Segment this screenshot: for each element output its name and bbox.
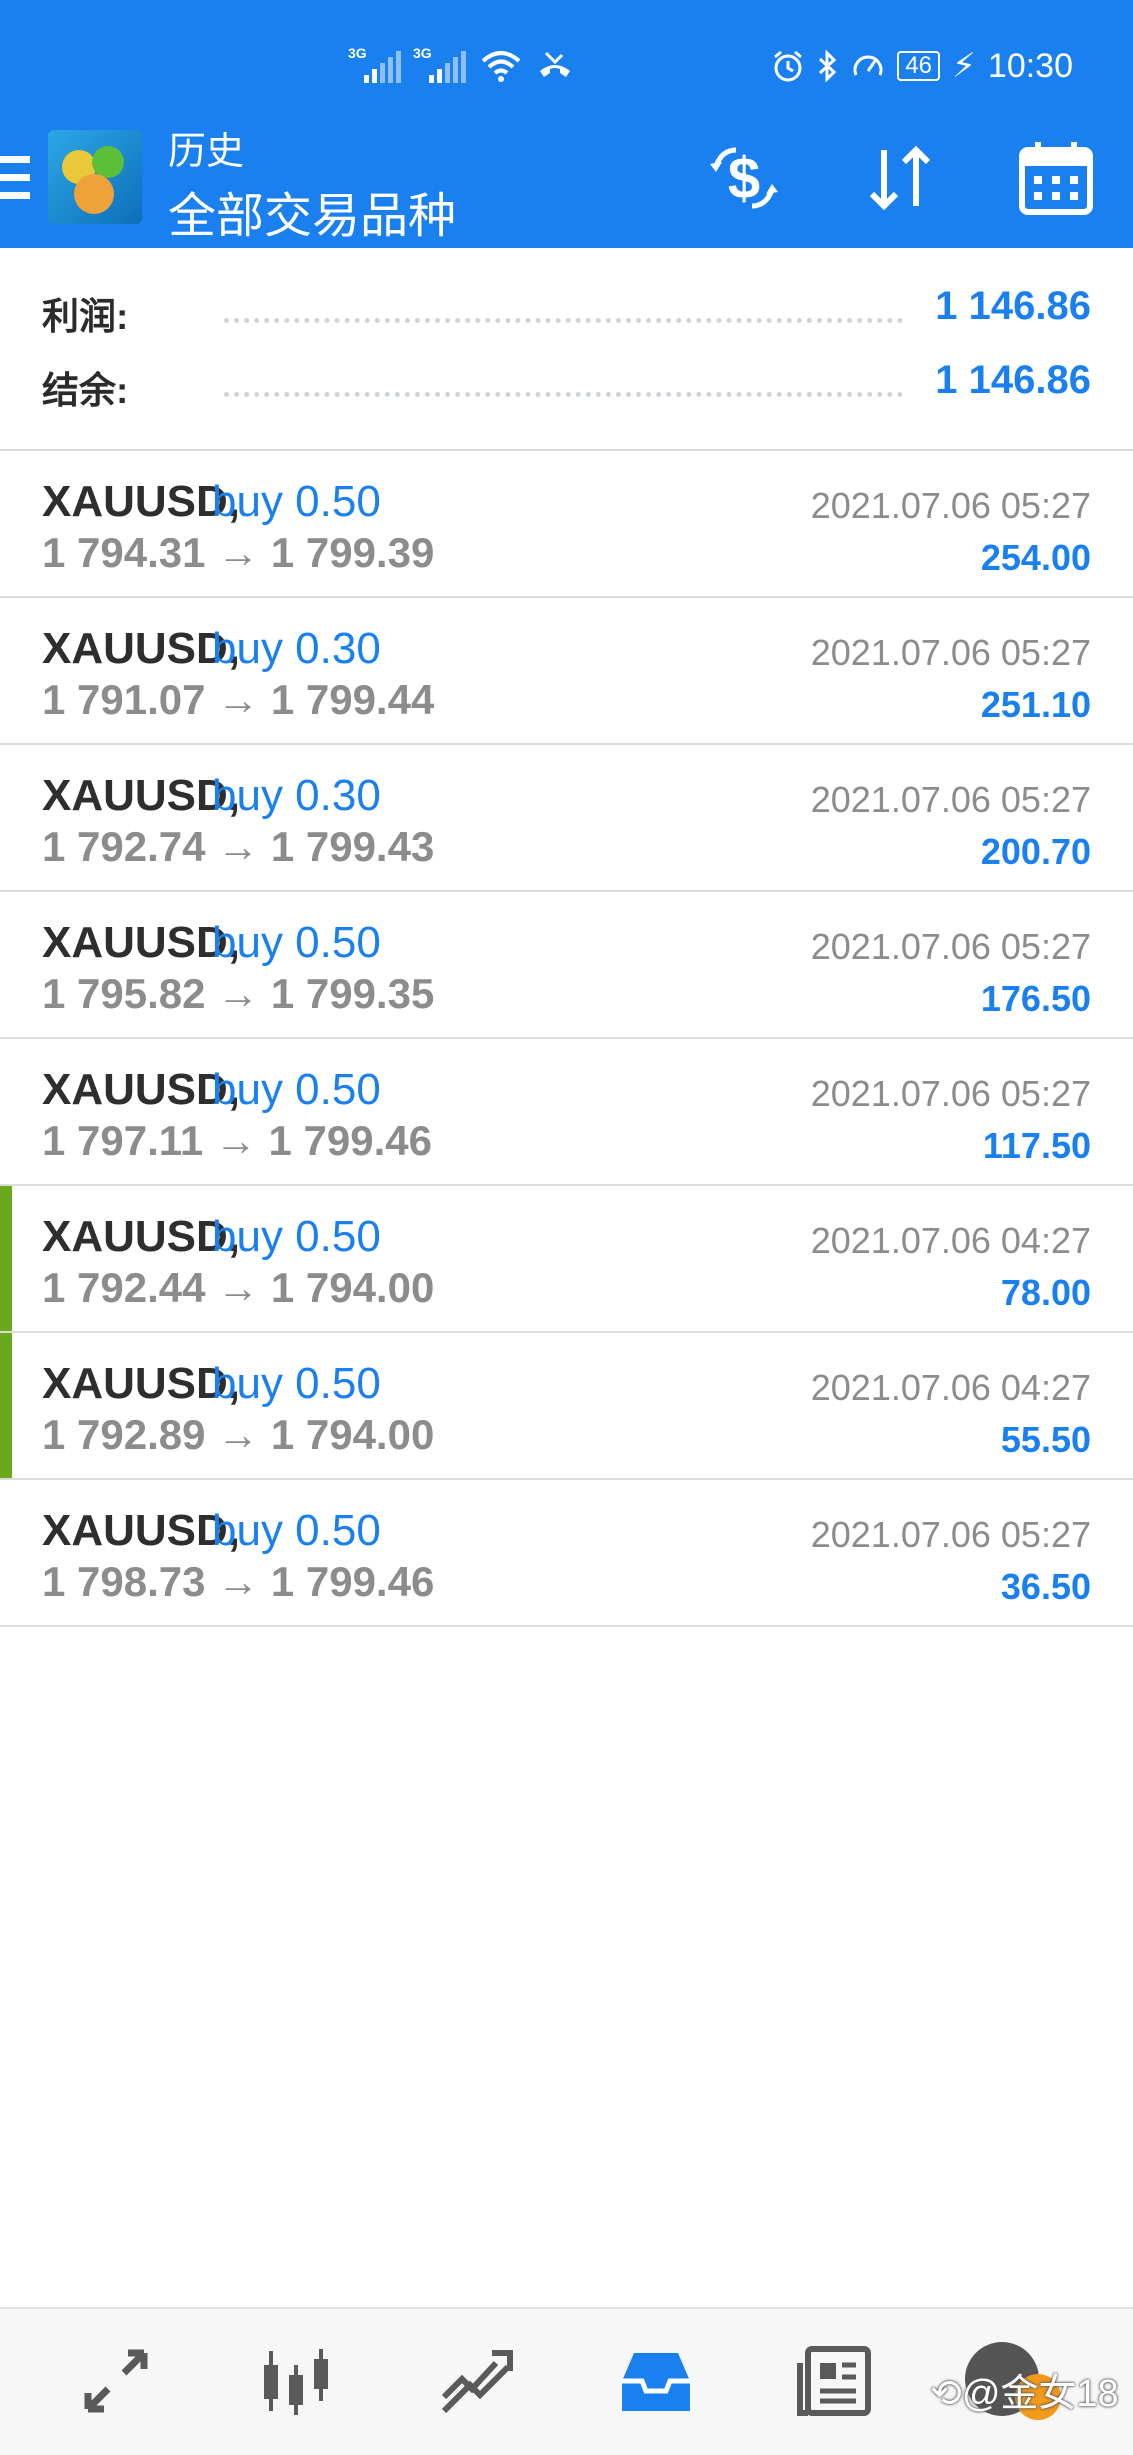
deal-direction: buy 0.50 — [212, 1359, 381, 1408]
history-icon[interactable] — [616, 2341, 696, 2421]
deal-direction: buy 0.50 — [212, 477, 381, 526]
network-type-label-2: 3G — [413, 45, 432, 61]
profit-label: 利润: — [42, 296, 129, 337]
wifi-icon — [481, 51, 521, 82]
cell-signal-icon: 3G — [348, 45, 401, 83]
deal-symbol: XAUUSD, — [42, 1506, 241, 1555]
watermark-text: ⟲@金女18 — [930, 2373, 1119, 2415]
deal-row[interactable]: XAUUSD, buy 0.50 1 795.82 → 1 799.35 202… — [0, 892, 1133, 1039]
deal-time: 2021.07.06 05:27 — [810, 485, 1091, 526]
sort-icon[interactable] — [858, 136, 942, 220]
deal-row[interactable]: XAUUSD, buy 0.50 1 798.73 → 1 799.46 202… — [0, 1480, 1133, 1627]
deal-time: 2021.07.06 05:27 — [810, 632, 1091, 673]
deal-direction: buy 0.30 — [212, 771, 381, 820]
deal-row[interactable]: XAUUSD, buy 0.30 1 791.07 → 1 799.44 202… — [0, 598, 1133, 745]
deal-symbol: XAUUSD, — [42, 1359, 241, 1408]
deal-symbol: XAUUSD, — [42, 624, 241, 673]
deal-prices: 1 794.31 → 1 799.39 — [42, 529, 435, 576]
news-icon[interactable] — [796, 2341, 876, 2421]
symbol-filter-title[interactable]: 全部交易品种 — [168, 176, 456, 246]
deal-profit: 254.00 — [980, 537, 1091, 578]
currency-toggle-icon[interactable]: $ — [702, 136, 786, 220]
deal-time: 2021.07.06 05:27 — [810, 1073, 1091, 1114]
deal-symbol: XAUUSD, — [42, 771, 241, 820]
deal-prices: 1 792.44 → 1 794.00 — [42, 1264, 435, 1311]
deal-prices: 1 792.74 → 1 799.43 — [42, 823, 435, 870]
deal-time: 2021.07.06 05:27 — [810, 926, 1091, 967]
cell-signal-icon-2: 3G — [413, 45, 466, 83]
deal-profit: 78.00 — [1000, 1272, 1091, 1313]
balance-row: 结余: 1 146.86 — [0, 350, 1133, 420]
deal-prices: 1 792.89 → 1 794.00 — [42, 1411, 435, 1458]
battery-indicator: 46 — [897, 51, 941, 81]
deal-row[interactable]: XAUUSD, buy 0.50 1 794.31 → 1 799.39 202… — [0, 451, 1133, 598]
deal-direction: buy 0.50 — [212, 1506, 381, 1555]
deal-prices: 1 798.73 → 1 799.46 — [42, 1558, 435, 1605]
deal-direction: buy 0.50 — [212, 1212, 381, 1261]
deal-time: 2021.07.06 05:27 — [810, 1514, 1091, 1555]
profit-row: 利润: 1 146.86 — [0, 276, 1133, 346]
deal-time: 2021.07.06 04:27 — [810, 1367, 1091, 1408]
deal-prices: 1 795.82 → 1 799.35 — [42, 970, 435, 1017]
deal-symbol: XAUUSD, — [42, 918, 241, 967]
bluetooth-icon — [819, 49, 837, 83]
deal-row[interactable]: XAUUSD, buy 0.50 1 792.89 → 1 794.00 202… — [0, 1333, 1133, 1480]
calendar-icon[interactable] — [1014, 136, 1098, 220]
deal-prices: 1 791.07 → 1 799.44 — [42, 676, 435, 723]
charging-icon: ⚡ — [952, 47, 976, 85]
deal-time: 2021.07.06 04:27 — [810, 1220, 1091, 1261]
deal-direction: buy 0.50 — [212, 918, 381, 967]
deal-profit: 251.10 — [980, 684, 1091, 725]
data-speed-icon — [853, 55, 883, 76]
quotes-icon[interactable] — [76, 2341, 156, 2421]
leader-dots — [224, 318, 903, 323]
deal-row[interactable]: XAUUSD, buy 0.50 1 792.44 → 1 794.00 202… — [0, 1186, 1133, 1333]
app-logo — [48, 130, 142, 224]
menu-icon[interactable] — [0, 156, 30, 202]
deal-row[interactable]: XAUUSD, buy 0.50 1 797.11 → 1 799.46 202… — [0, 1039, 1133, 1186]
alarm-icon — [774, 50, 803, 82]
app-bar: 3G 3G 46 ⚡ 10:30 历史 全部交易品种 $ — [0, 0, 1133, 248]
balance-value: 1 146.86 — [935, 358, 1091, 402]
deal-profit: 117.50 — [982, 1125, 1091, 1166]
chart-icon[interactable] — [256, 2341, 336, 2421]
deal-profit: 176.50 — [980, 978, 1091, 1019]
deal-profit: 55.50 — [1000, 1419, 1091, 1460]
svg-text:$: $ — [728, 146, 760, 211]
deal-accent-bar — [0, 1186, 12, 1331]
missed-call-icon — [540, 51, 570, 77]
trade-icon[interactable] — [436, 2341, 516, 2421]
page-subtitle: 历史 — [168, 131, 245, 173]
deal-prices: 1 797.11 → 1 799.46 — [42, 1117, 432, 1164]
balance-label: 结余: — [42, 370, 129, 411]
deal-profit: 200.70 — [980, 831, 1091, 872]
deal-direction: buy 0.30 — [212, 624, 381, 673]
deal-symbol: XAUUSD, — [42, 477, 241, 526]
deal-row[interactable]: XAUUSD, buy 0.30 1 792.74 → 1 799.43 202… — [0, 745, 1133, 892]
deal-accent-bar — [0, 1333, 12, 1478]
deal-direction: buy 0.50 — [212, 1065, 381, 1114]
status-time: 10:30 — [987, 46, 1073, 85]
status-bar: 3G 3G 46 ⚡ 10:30 — [0, 38, 1133, 94]
network-type-label: 3G — [348, 45, 367, 61]
deal-time: 2021.07.06 05:27 — [810, 779, 1091, 820]
profit-value: 1 146.86 — [935, 284, 1091, 328]
deal-symbol: XAUUSD, — [42, 1065, 241, 1114]
deal-profit: 36.50 — [1000, 1566, 1091, 1607]
deal-symbol: XAUUSD, — [42, 1212, 241, 1261]
leader-dots — [224, 392, 903, 397]
